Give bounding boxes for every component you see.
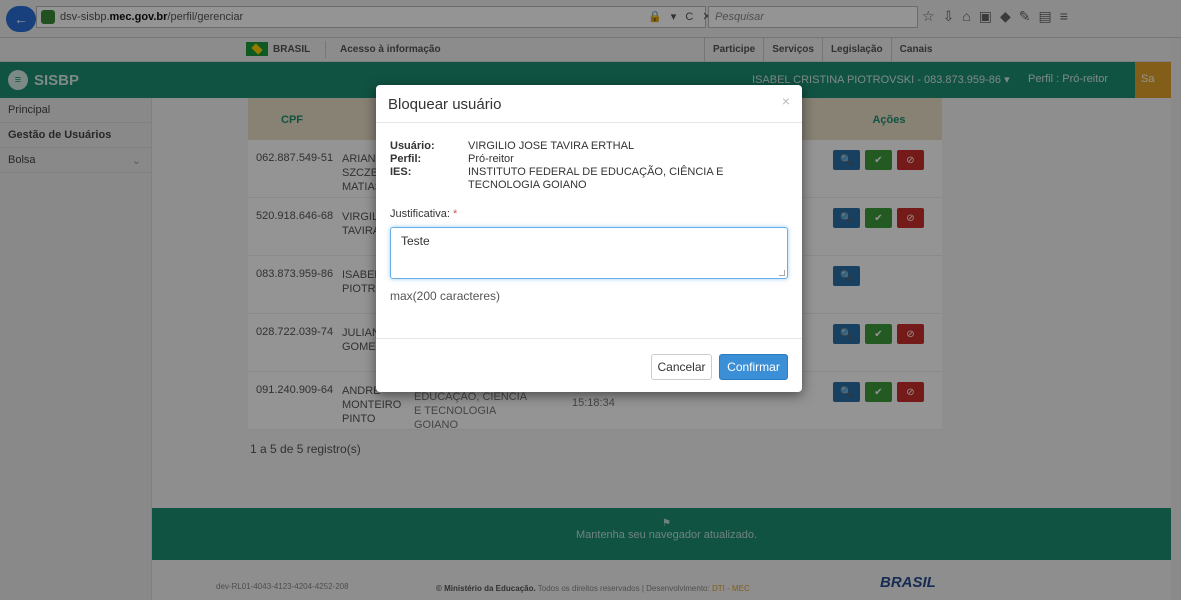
max-chars-hint: max(200 caracteres) [390, 289, 501, 303]
required-mark: * [452, 208, 458, 220]
block-user-modal: Bloquear usuário × Usuário: VIRGILIO JOS… [376, 85, 802, 392]
ies-value: INSTITUTO FEDERAL DE EDUCAÇÃO, CIÊNCIA E… [468, 166, 724, 191]
cancel-button[interactable]: Cancelar [651, 354, 712, 380]
modal-footer: Cancelar Confirmar [376, 338, 802, 392]
perfil-label: Perfil: [390, 153, 422, 165]
justificativa-value: Teste [401, 234, 430, 248]
confirm-button[interactable]: Confirmar [719, 354, 788, 380]
usuario-label: Usuário: [390, 140, 435, 152]
justificativa-label-text: Justificativa: [390, 208, 450, 220]
close-icon[interactable]: × [782, 93, 790, 109]
justificativa-textarea[interactable]: Teste [390, 227, 788, 279]
resize-grip-icon[interactable] [779, 270, 785, 276]
ies-label: IES: [390, 166, 412, 178]
modal-title: Bloquear usuário [388, 96, 502, 113]
perfil-value: Pró-reitor [468, 153, 514, 165]
justificativa-label: Justificativa: * [390, 208, 457, 220]
usuario-value: VIRGILIO JOSE TAVIRA ERTHAL [468, 140, 635, 152]
modal-header: Bloquear usuário × [376, 85, 802, 123]
